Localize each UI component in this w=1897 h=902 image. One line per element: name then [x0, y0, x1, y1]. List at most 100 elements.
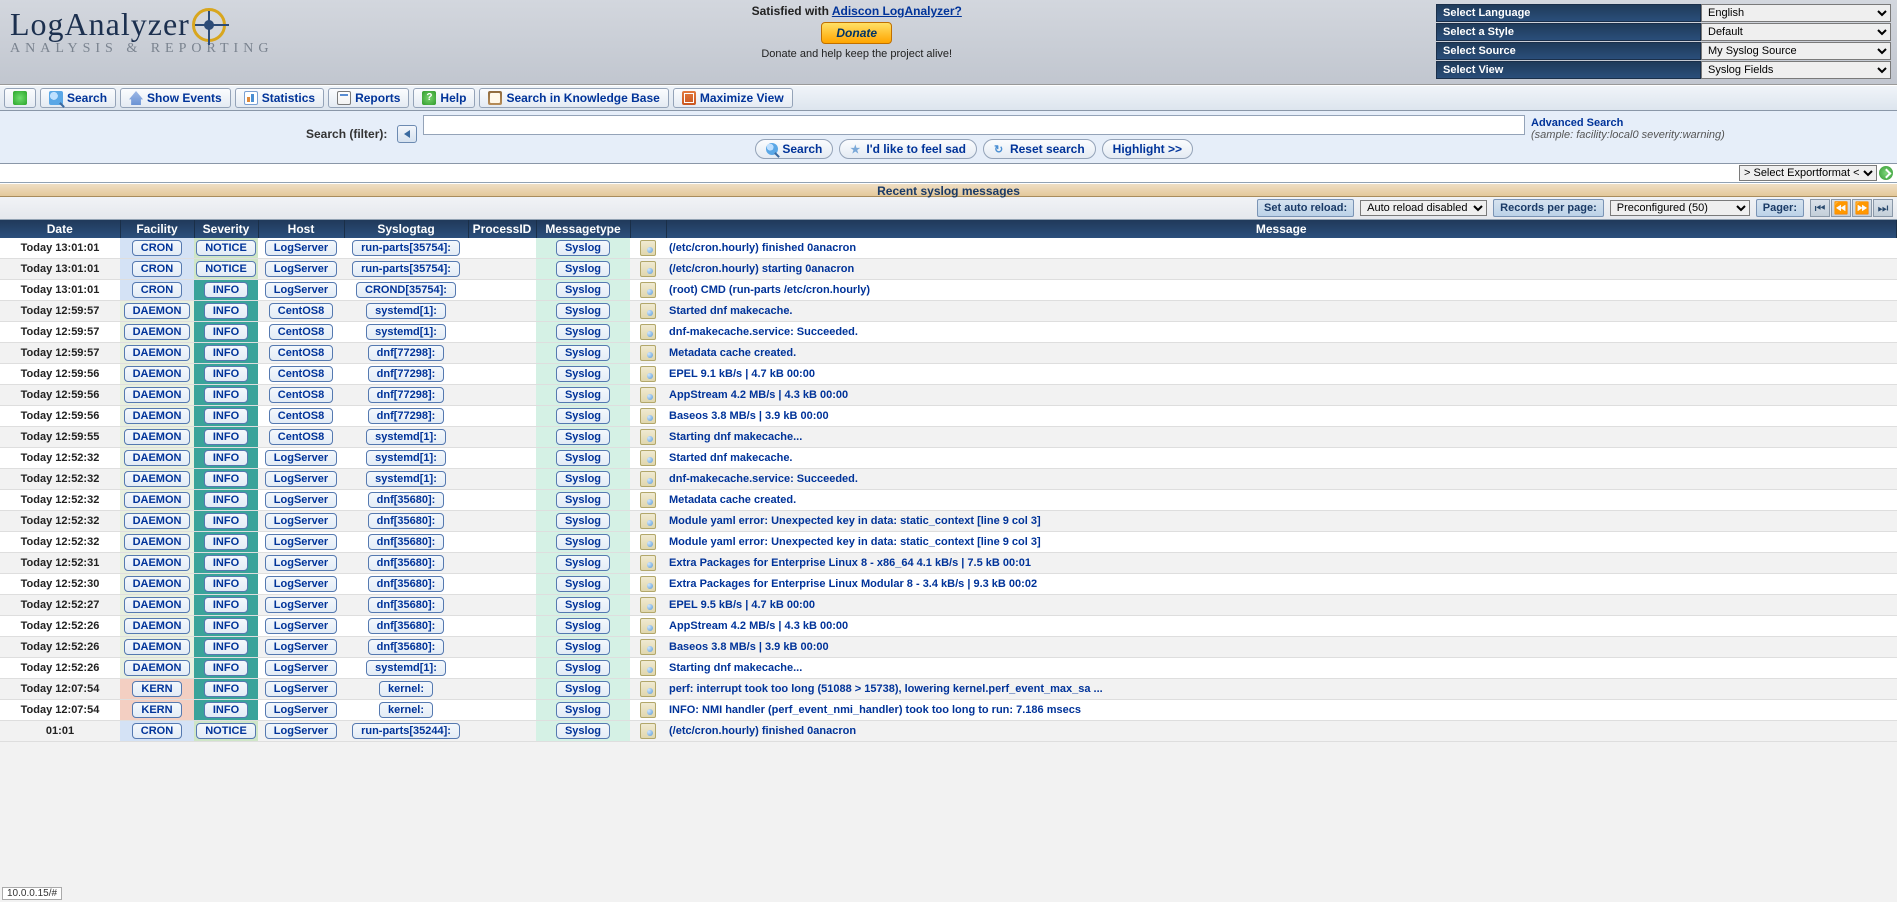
search-back-button[interactable]: [397, 125, 417, 143]
host-pill[interactable]: CentOS8: [269, 366, 333, 382]
detail-icon[interactable]: [640, 303, 656, 319]
facility-pill[interactable]: KERN: [132, 702, 181, 718]
mtype-pill[interactable]: Syslog: [556, 555, 610, 571]
message-link[interactable]: Baseos 3.8 MB/s | 3.9 kB 00:00: [669, 641, 829, 653]
tag-pill[interactable]: dnf[35680]:: [368, 618, 445, 634]
facility-pill[interactable]: DAEMON: [124, 408, 191, 424]
severity-pill[interactable]: INFO: [204, 345, 248, 361]
facility-pill[interactable]: DAEMON: [124, 429, 191, 445]
col-header-8[interactable]: Message: [666, 220, 1897, 238]
facility-pill[interactable]: CRON: [132, 261, 182, 277]
tag-pill[interactable]: systemd[1]:: [366, 324, 446, 340]
highlight-button[interactable]: Highlight >>: [1102, 139, 1193, 159]
mtype-pill[interactable]: Syslog: [556, 534, 610, 550]
mtype-pill[interactable]: Syslog: [556, 240, 610, 256]
tag-pill[interactable]: CROND[35754]:: [356, 282, 456, 298]
detail-icon[interactable]: [640, 702, 656, 718]
detail-icon[interactable]: [640, 471, 656, 487]
col-header-7[interactable]: [630, 220, 666, 238]
facility-pill[interactable]: DAEMON: [124, 639, 191, 655]
message-link[interactable]: AppStream 4.2 MB/s | 4.3 kB 00:00: [669, 620, 848, 632]
detail-icon[interactable]: [640, 450, 656, 466]
severity-pill[interactable]: NOTICE: [196, 261, 256, 277]
feel-sad-button[interactable]: ★I'd like to feel sad: [839, 139, 977, 159]
pager-next-button[interactable]: ⏩: [1852, 199, 1872, 217]
severity-pill[interactable]: INFO: [204, 555, 248, 571]
toolbar-search-button[interactable]: Search: [40, 88, 116, 108]
severity-pill[interactable]: INFO: [204, 387, 248, 403]
tag-pill[interactable]: systemd[1]:: [366, 303, 446, 319]
header-sel-2[interactable]: My Syslog Source: [1701, 42, 1891, 60]
detail-icon[interactable]: [640, 240, 656, 256]
tag-pill[interactable]: kernel:: [379, 702, 433, 718]
detail-icon[interactable]: [640, 261, 656, 277]
message-link[interactable]: dnf-makecache.service: Succeeded.: [669, 326, 858, 338]
col-header-4[interactable]: Syslogtag: [344, 220, 468, 238]
message-link[interactable]: EPEL 9.5 kB/s | 4.7 kB 00:00: [669, 599, 815, 611]
tag-pill[interactable]: kernel:: [379, 681, 433, 697]
detail-icon[interactable]: [640, 282, 656, 298]
facility-pill[interactable]: DAEMON: [124, 513, 191, 529]
toolbar-searchkb-button[interactable]: Search in Knowledge Base: [479, 88, 668, 108]
pager-last-button[interactable]: ⏭: [1873, 199, 1893, 217]
mtype-pill[interactable]: Syslog: [556, 492, 610, 508]
toolbar-showevents-button[interactable]: Show Events: [120, 88, 231, 108]
facility-pill[interactable]: KERN: [132, 681, 181, 697]
facility-pill[interactable]: DAEMON: [124, 303, 191, 319]
mtype-pill[interactable]: Syslog: [556, 408, 610, 424]
message-link[interactable]: Starting dnf makecache...: [669, 431, 802, 443]
host-pill[interactable]: CentOS8: [269, 303, 333, 319]
detail-icon[interactable]: [640, 534, 656, 550]
host-pill[interactable]: CentOS8: [269, 429, 333, 445]
message-link[interactable]: Started dnf makecache.: [669, 305, 793, 317]
detail-icon[interactable]: [640, 555, 656, 571]
tag-pill[interactable]: dnf[77298]:: [368, 366, 445, 382]
host-pill[interactable]: LogServer: [265, 240, 337, 256]
detail-icon[interactable]: [640, 618, 656, 634]
severity-pill[interactable]: INFO: [204, 597, 248, 613]
tag-pill[interactable]: dnf[35680]:: [368, 555, 445, 571]
severity-pill[interactable]: INFO: [204, 324, 248, 340]
facility-pill[interactable]: DAEMON: [124, 471, 191, 487]
severity-pill[interactable]: INFO: [204, 408, 248, 424]
advanced-search-link[interactable]: Advanced Search: [1531, 117, 1623, 129]
detail-icon[interactable]: [640, 366, 656, 382]
host-pill[interactable]: LogServer: [265, 282, 337, 298]
host-pill[interactable]: LogServer: [265, 660, 337, 676]
donate-button[interactable]: Donate: [821, 22, 892, 44]
facility-pill[interactable]: DAEMON: [124, 555, 191, 571]
mtype-pill[interactable]: Syslog: [556, 597, 610, 613]
facility-pill[interactable]: DAEMON: [124, 492, 191, 508]
detail-icon[interactable]: [640, 324, 656, 340]
host-pill[interactable]: LogServer: [265, 513, 337, 529]
host-pill[interactable]: LogServer: [265, 618, 337, 634]
message-link[interactable]: dnf-makecache.service: Succeeded.: [669, 473, 858, 485]
col-header-3[interactable]: Host: [258, 220, 344, 238]
header-sel-0[interactable]: English: [1701, 4, 1891, 22]
tag-pill[interactable]: systemd[1]:: [366, 471, 446, 487]
host-pill[interactable]: CentOS8: [269, 408, 333, 424]
tag-pill[interactable]: dnf[35680]:: [368, 597, 445, 613]
tag-pill[interactable]: dnf[35680]:: [368, 639, 445, 655]
host-pill[interactable]: LogServer: [265, 681, 337, 697]
host-pill[interactable]: LogServer: [265, 702, 337, 718]
facility-pill[interactable]: DAEMON: [124, 324, 191, 340]
toolbar-reports-button[interactable]: Reports: [328, 88, 409, 108]
col-header-1[interactable]: Facility: [120, 220, 194, 238]
detail-icon[interactable]: [640, 345, 656, 361]
logo-area[interactable]: LogAnalyzer ANALYSIS & REPORTING: [4, 2, 279, 61]
message-link[interactable]: INFO: NMI handler (perf_event_nmi_handle…: [669, 704, 1081, 716]
message-link[interactable]: Module yaml error: Unexpected key in dat…: [669, 536, 1041, 548]
header-sel-1[interactable]: Default: [1701, 23, 1891, 41]
search-submit-button[interactable]: Search: [755, 139, 833, 159]
facility-pill[interactable]: DAEMON: [124, 450, 191, 466]
host-pill[interactable]: LogServer: [265, 471, 337, 487]
host-pill[interactable]: LogServer: [265, 639, 337, 655]
message-link[interactable]: (/etc/cron.hourly) starting 0anacron: [669, 263, 854, 275]
pager-first-button[interactable]: ⏮: [1810, 199, 1830, 217]
col-header-6[interactable]: Messagetype: [536, 220, 630, 238]
mtype-pill[interactable]: Syslog: [556, 660, 610, 676]
facility-pill[interactable]: DAEMON: [124, 597, 191, 613]
auto-reload-select[interactable]: Auto reload disabled: [1360, 200, 1487, 216]
message-link[interactable]: Starting dnf makecache...: [669, 662, 802, 674]
